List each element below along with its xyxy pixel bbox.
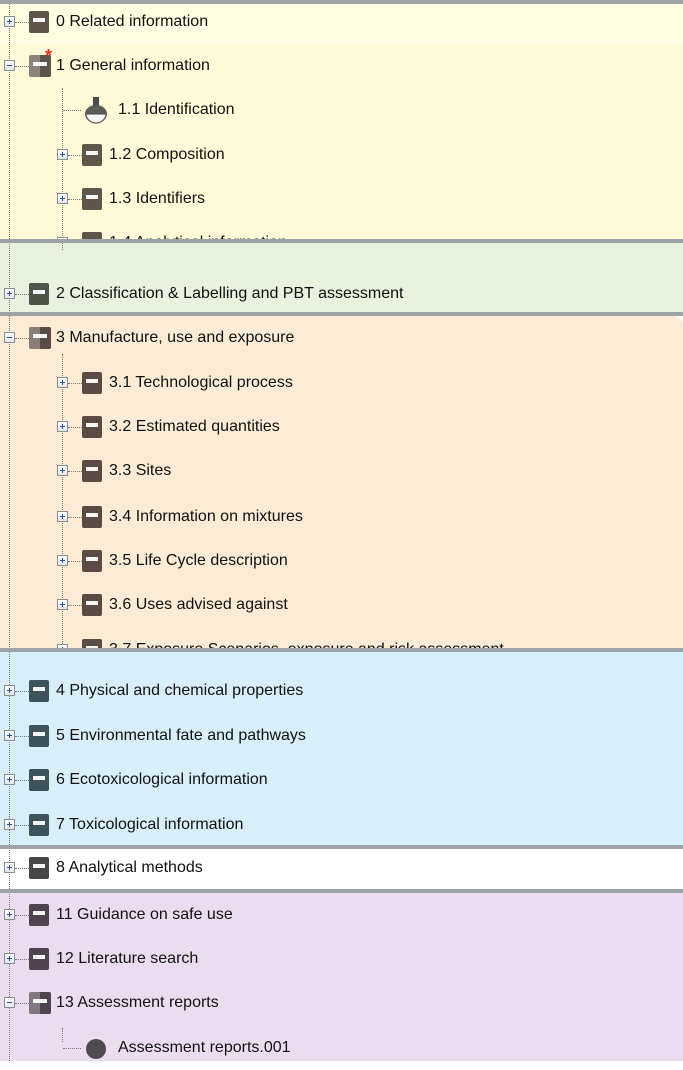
expand-toggle-icon[interactable] <box>4 909 15 920</box>
expand-toggle-icon[interactable] <box>4 953 15 964</box>
tree-node-label: 7 Toxicological information <box>56 816 244 833</box>
tree-connector <box>15 736 29 737</box>
section-separator <box>0 239 683 243</box>
tree-node-label: 6 Ecotoxicological information <box>56 771 268 788</box>
tree-node-label: 11 Guidance on safe use <box>56 906 233 923</box>
expand-toggle-icon[interactable] <box>4 730 15 741</box>
section-folder-icon <box>29 769 49 791</box>
tree-connector <box>15 959 29 960</box>
tree-node-label: 5 Environmental fate and pathways <box>56 727 306 744</box>
tree-node-label: 8 Analytical methods <box>56 859 203 876</box>
tree-connector <box>63 1048 81 1049</box>
expand-toggle-icon[interactable] <box>4 774 15 785</box>
tree-connector <box>15 691 29 692</box>
section-separator <box>0 845 683 849</box>
section-separator <box>0 889 683 893</box>
section-separator <box>0 312 683 316</box>
tree-node-label: 3.7 Exposure Scenarios, exposure and ris… <box>109 641 504 650</box>
tree-node-ecotoxicological-information[interactable]: 6 Ecotoxicological information <box>0 758 683 802</box>
section-folder-icon <box>29 857 49 879</box>
tree-node-literature-search[interactable]: 12 Literature search <box>0 937 683 981</box>
section-folder-icon <box>29 680 49 702</box>
tree-connector <box>15 868 29 869</box>
section-folder-icon <box>29 904 49 926</box>
tree-node-label: Assessment reports.001 <box>118 1039 291 1056</box>
expand-toggle-icon[interactable] <box>4 685 15 696</box>
tree-node-label: 12 Literature search <box>56 950 199 967</box>
tree-node-toxicological-information[interactable]: 7 Toxicological information <box>0 803 683 847</box>
collapse-toggle-icon[interactable] <box>4 997 15 1008</box>
section-folder-icon <box>29 948 49 970</box>
section-folder-icon <box>29 814 49 836</box>
clipped-row-container: 3.7 Exposure Scenarios, exposure and ris… <box>0 0 683 650</box>
tree-connector <box>15 780 29 781</box>
section-separator <box>0 648 683 652</box>
section-folder-icon <box>29 725 49 747</box>
expand-toggle-icon[interactable] <box>4 862 15 873</box>
tree-node-label: 4 Physical and chemical properties <box>56 682 304 699</box>
tree-node-label: 13 Assessment reports <box>56 994 219 1011</box>
tree-connector <box>15 915 29 916</box>
tree-node-analytical-methods[interactable]: 8 Analytical methods <box>0 846 683 890</box>
open-folder-icon <box>29 992 51 1014</box>
tree-node-assessment-report-001[interactable]: Assessment reports.001 <box>0 1026 683 1070</box>
expand-toggle-icon[interactable] <box>4 819 15 830</box>
tree-node-assessment-reports[interactable]: 13 Assessment reports <box>0 981 683 1025</box>
tree-node-environmental-fate[interactable]: 5 Environmental fate and pathways <box>0 714 683 758</box>
record-dot-icon <box>86 1039 106 1059</box>
tree-connector <box>15 1003 29 1004</box>
tree-node-physical-chemical-properties[interactable]: 4 Physical and chemical properties <box>0 669 683 713</box>
tree-connector <box>15 825 29 826</box>
tree-node-exposure-scenarios[interactable]: 3.7 Exposure Scenarios, exposure and ris… <box>0 628 683 650</box>
section-separator <box>0 0 683 4</box>
tree-node-guidance-safe-use[interactable]: 11 Guidance on safe use <box>0 893 683 937</box>
